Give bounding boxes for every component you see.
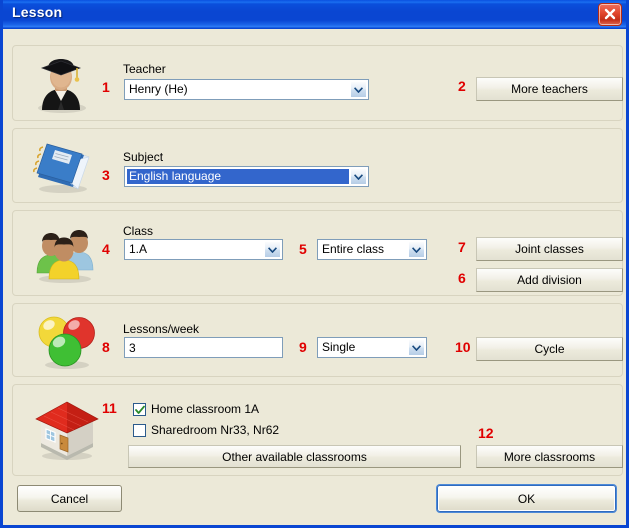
- more-classrooms-label: More classrooms: [503, 449, 596, 464]
- balloons-lessons-icon: [31, 311, 103, 378]
- home-classroom-checkbox[interactable]: [133, 403, 146, 416]
- people-class-icon: [27, 219, 105, 290]
- chevron-down-icon[interactable]: [264, 241, 281, 258]
- more-teachers-button[interactable]: More teachers: [476, 77, 623, 101]
- class-label: Class: [123, 224, 154, 238]
- cycle-button[interactable]: Cycle: [476, 337, 623, 361]
- graduate-teacher-icon: [30, 56, 92, 119]
- joint-classes-label: Joint classes: [515, 242, 584, 256]
- class-panel: 4 Class 1.A 5 Entire class 7 Joint class…: [12, 210, 623, 296]
- marker-9: 9: [299, 339, 307, 355]
- marker-5: 5: [299, 241, 307, 257]
- subject-combo-value: English language: [127, 169, 349, 184]
- house-classroom-icon: [30, 394, 104, 469]
- marker-12: 12: [478, 425, 494, 441]
- marker-6: 6: [458, 270, 466, 286]
- lessons-per-week-value: 3: [129, 341, 136, 355]
- ok-label: OK: [517, 491, 536, 506]
- close-x-icon: [599, 7, 621, 21]
- marker-11: 11: [102, 400, 117, 416]
- marker-3: 3: [102, 167, 110, 183]
- title-bar: Lesson: [3, 0, 626, 29]
- sharedroom-label: Sharedroom Nr33, Nr62: [151, 423, 280, 437]
- chevron-down-icon[interactable]: [408, 339, 425, 356]
- cancel-label: Cancel: [50, 491, 89, 506]
- class-scope-value: Entire class: [322, 242, 385, 256]
- marker-8: 8: [102, 339, 110, 355]
- class-combo-value: 1.A: [129, 242, 148, 256]
- marker-7: 7: [458, 239, 466, 255]
- teacher-panel: 1 Teacher Henry (He) 2 More teachers: [12, 45, 623, 121]
- lesson-dialog: Lesson 1 Teacher Henry (He) 2 More teach…: [0, 0, 629, 528]
- marker-4: 4: [102, 241, 110, 257]
- classroom-panel: 11 Home classroom 1A Sharedroom Nr33, Nr…: [12, 384, 623, 476]
- lesson-kind-value: Single: [322, 340, 356, 354]
- more-teachers-label: More teachers: [511, 82, 588, 96]
- teacher-combo-value: Henry (He): [129, 82, 188, 96]
- sharedroom-checkbox[interactable]: [133, 424, 146, 437]
- marker-10: 10: [455, 339, 471, 355]
- marker-2: 2: [458, 78, 466, 94]
- teacher-combo[interactable]: Henry (He): [124, 79, 369, 100]
- check-icon: [135, 405, 145, 414]
- chevron-down-icon[interactable]: [408, 241, 425, 258]
- lesson-kind-combo[interactable]: Single: [317, 337, 427, 358]
- marker-1: 1: [102, 79, 110, 95]
- notebook-subject-icon: [27, 137, 97, 202]
- lessons-per-week-input[interactable]: 3: [124, 337, 283, 358]
- more-classrooms-button[interactable]: More classrooms: [476, 445, 623, 468]
- class-combo[interactable]: 1.A: [124, 239, 283, 260]
- add-division-button[interactable]: Add division: [476, 268, 623, 292]
- lessons-week-label: Lessons/week: [123, 322, 200, 336]
- window-title: Lesson: [12, 4, 63, 20]
- home-classroom-label: Home classroom 1A: [151, 402, 260, 416]
- joint-classes-button[interactable]: Joint classes: [476, 237, 623, 261]
- teacher-label: Teacher: [123, 62, 166, 76]
- ok-button[interactable]: OK: [437, 485, 616, 512]
- chevron-down-icon[interactable]: [350, 168, 367, 185]
- close-button[interactable]: [598, 3, 622, 26]
- chevron-down-icon[interactable]: [350, 81, 367, 98]
- cancel-button[interactable]: Cancel: [17, 485, 122, 512]
- class-scope-combo[interactable]: Entire class: [317, 239, 427, 260]
- cycle-label: Cycle: [534, 342, 565, 356]
- other-available-classrooms-button[interactable]: Other available classrooms: [128, 445, 461, 468]
- other-available-classrooms-label: Other available classrooms: [222, 449, 367, 464]
- lessons-panel: 8 Lessons/week 3 9 Single 10 Cycle: [12, 303, 623, 377]
- subject-combo[interactable]: English language: [124, 166, 369, 187]
- subject-panel: 3 Subject English language: [12, 128, 623, 203]
- subject-label: Subject: [123, 150, 164, 164]
- add-division-label: Add division: [517, 273, 582, 287]
